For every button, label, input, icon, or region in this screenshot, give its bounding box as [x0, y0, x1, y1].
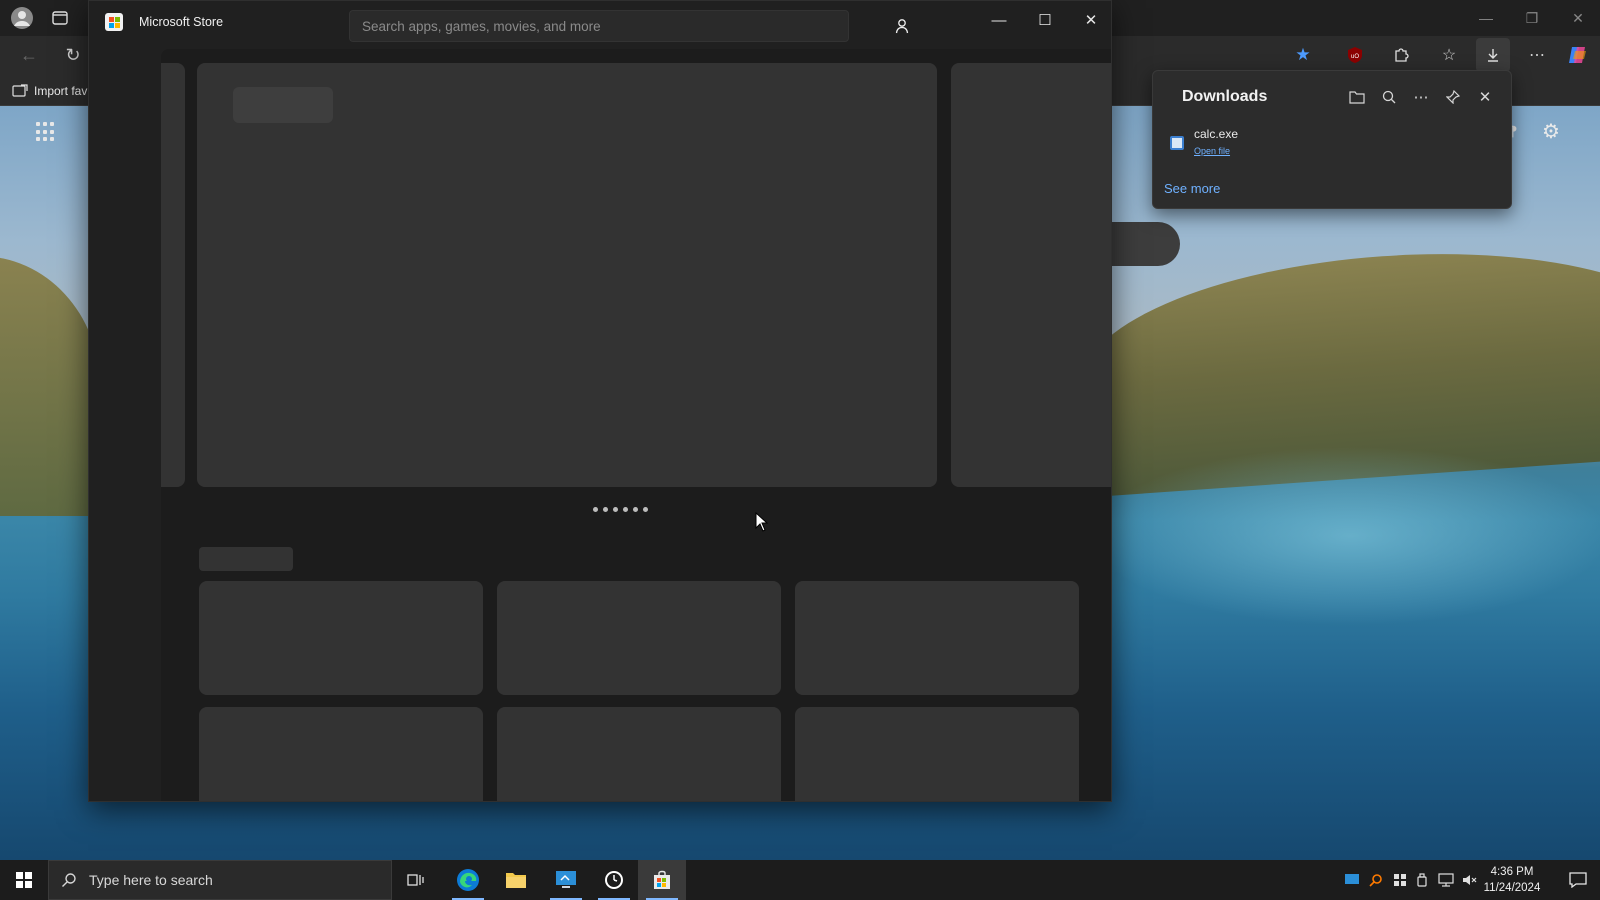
pin-downloads-icon[interactable] — [1441, 85, 1465, 109]
file-explorer-icon — [506, 873, 526, 888]
store-search-input[interactable]: Search apps, games, movies, and more — [349, 10, 849, 42]
app-tile-skeleton[interactable] — [199, 581, 483, 695]
carousel-dot[interactable] — [643, 507, 648, 512]
app-launcher-icon[interactable] — [36, 122, 56, 142]
store-account-icon[interactable] — [889, 13, 915, 39]
store-close-button[interactable]: ✕ — [1069, 5, 1111, 35]
app-tile-skeleton[interactable] — [199, 707, 483, 801]
download-file-name: calc.exe — [1194, 127, 1239, 141]
downloads-more-options-icon[interactable]: ⋯ — [1409, 85, 1433, 109]
import-favorites-button[interactable]: Import fav — [12, 80, 87, 102]
tab-actions-icon[interactable] — [48, 8, 72, 28]
refresh-icon[interactable]: ↻ — [60, 42, 86, 68]
more-options-icon[interactable]: ⋯ — [1524, 42, 1550, 68]
store-nav-rail — [89, 49, 161, 801]
newtab-settings-gear-icon[interactable]: ⚙ — [1538, 118, 1564, 144]
mouse-cursor-icon — [755, 512, 769, 532]
clock-time: 4:36 PM — [1490, 866, 1534, 878]
store-bag-icon — [654, 870, 670, 889]
tray-network-icon[interactable] — [1438, 872, 1454, 888]
carousel-dot[interactable] — [593, 507, 598, 512]
windows-logo-icon — [16, 872, 32, 888]
hero-card-skeleton[interactable] — [197, 63, 937, 487]
section-heading-skeleton — [199, 547, 293, 571]
lake-highlight — [1090, 446, 1600, 626]
open-downloads-folder-icon[interactable] — [1345, 85, 1369, 109]
hero-title-skeleton — [233, 87, 333, 123]
edge-minimize-button[interactable]: — — [1474, 6, 1498, 30]
store-minimize-button[interactable]: — — [977, 5, 1021, 35]
import-favorites-label: Import fav — [34, 84, 88, 98]
tray-usb-icon[interactable] — [1414, 872, 1430, 888]
taskbar-search-placeholder: Type here to search — [89, 872, 213, 888]
app-tile-skeleton[interactable] — [795, 707, 1079, 801]
search-downloads-icon[interactable] — [1377, 85, 1401, 109]
task-view-button[interactable] — [392, 860, 440, 900]
taskbar-search-box[interactable]: Type here to search — [48, 860, 392, 900]
edge-browser-icon — [457, 869, 479, 891]
close-downloads-icon[interactable]: ✕ — [1473, 85, 1497, 109]
favorites-collection-icon[interactable]: ☆ — [1436, 42, 1462, 68]
app-tile-skeleton[interactable] — [497, 707, 781, 801]
taskbar-clock-app-button[interactable] — [590, 860, 638, 900]
see-more-link[interactable]: See more — [1164, 181, 1220, 196]
open-file-link[interactable]: Open file — [1194, 146, 1238, 156]
import-favorites-icon — [12, 84, 28, 97]
microsoft-store-window: Microsoft Store Search apps, games, movi… — [88, 0, 1112, 802]
taskbar-file-explorer-button[interactable] — [492, 860, 540, 900]
profile-avatar-icon[interactable] — [8, 4, 36, 32]
carousel-pagination[interactable] — [593, 507, 648, 512]
store-app-title: Microsoft Store — [139, 15, 224, 29]
carousel-dot[interactable] — [613, 507, 618, 512]
store-search-placeholder: Search apps, games, movies, and more — [362, 18, 601, 34]
taskbar-rdp-button[interactable] — [542, 860, 590, 900]
clock-app-icon — [605, 871, 623, 889]
store-titlebar: Microsoft Store — [105, 13, 223, 31]
left-hill — [0, 256, 100, 516]
app-tile-skeleton[interactable] — [497, 581, 781, 695]
taskbar-store-button[interactable] — [638, 860, 686, 900]
task-view-icon — [407, 874, 424, 886]
tray-volume-muted-icon[interactable] — [1462, 872, 1478, 888]
downloads-actions: ⋯ ✕ — [1345, 85, 1497, 109]
download-item[interactable]: calc.exe Open file — [1170, 127, 1238, 156]
microsoft-store-logo-icon — [105, 13, 123, 31]
taskbar-search-icon — [62, 873, 76, 887]
action-center-icon[interactable] — [1556, 860, 1600, 900]
carousel-dot[interactable] — [623, 507, 628, 512]
start-button[interactable] — [0, 860, 48, 900]
tray-search-icon[interactable] — [1368, 872, 1384, 888]
app-tile-skeleton[interactable] — [795, 581, 1079, 695]
svg-text:uO: uO — [1351, 54, 1359, 60]
favorite-star-icon[interactable]: ★ — [1290, 42, 1316, 68]
taskbar-edge-button[interactable] — [444, 860, 492, 900]
downloads-flyout: Downloads ⋯ ✕ calc.exe Open file See mor… — [1152, 70, 1512, 209]
copilot-icon[interactable] — [1564, 42, 1592, 68]
windows-taskbar: Type here to search 4:36 PM 11/24/2024 — [0, 860, 1600, 900]
remote-desktop-icon — [556, 871, 576, 888]
extensions-puzzle-icon[interactable] — [1388, 42, 1414, 68]
hero-prev-card-skeleton — [161, 63, 185, 487]
tray-security-icon[interactable] — [1392, 872, 1408, 888]
back-arrow-icon[interactable]: ← — [16, 42, 42, 68]
store-main-content — [161, 49, 1111, 801]
tray-rdp-icon[interactable] — [1344, 872, 1360, 888]
hero-next-card-skeleton[interactable] — [951, 63, 1111, 487]
exe-file-icon — [1170, 136, 1184, 150]
edge-restore-button[interactable]: ❐ — [1520, 6, 1544, 30]
taskbar-clock[interactable]: 4:36 PM 11/24/2024 — [1480, 864, 1544, 896]
downloads-title: Downloads — [1182, 88, 1268, 105]
carousel-dot[interactable] — [633, 507, 638, 512]
edge-close-button[interactable]: ✕ — [1566, 6, 1590, 30]
store-maximize-button[interactable]: ☐ — [1023, 5, 1067, 35]
clock-date: 11/24/2024 — [1483, 882, 1541, 894]
carousel-dot[interactable] — [603, 507, 608, 512]
downloads-icon[interactable] — [1476, 38, 1510, 72]
ublock-extension-icon[interactable]: uO — [1344, 44, 1366, 66]
